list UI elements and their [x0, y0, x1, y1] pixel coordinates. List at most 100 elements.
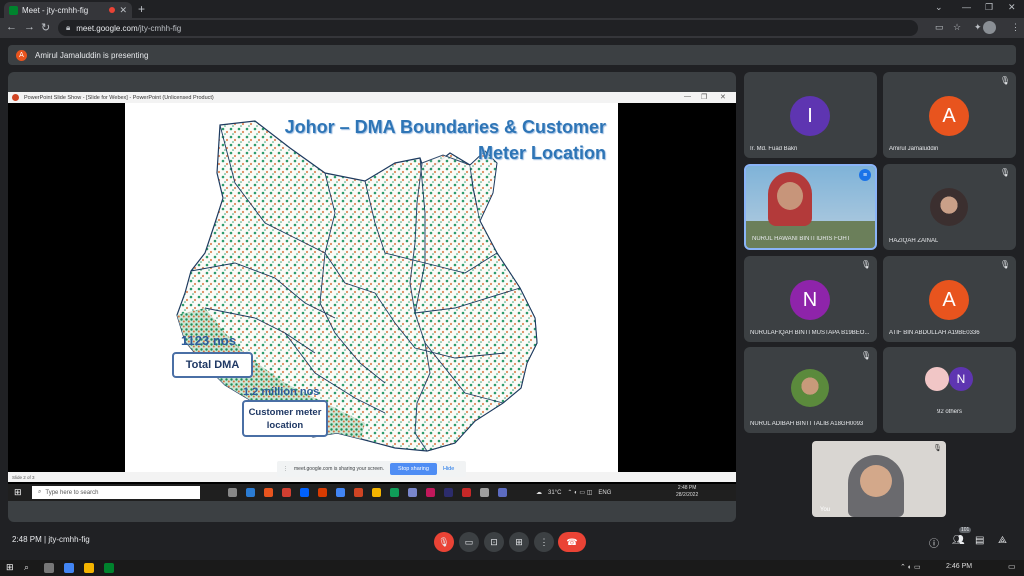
notification-icon[interactable]: ▭ — [1008, 562, 1016, 571]
participant-tile-speaking[interactable]: ≡ NURUL HAWANI BINTI IDRIS FOHT — [744, 164, 877, 250]
mic-off-icon: 🎙︎ — [438, 536, 450, 547]
address-bar[interactable]: 🔒︎ meet.google.com/jty-cmhh-fig — [58, 20, 918, 36]
speaker-face — [777, 182, 803, 210]
activities-icon[interactable]: ⟁ — [998, 535, 1007, 546]
mic-off-icon: 🎙︎ — [999, 260, 1010, 269]
minimize-button[interactable]: — — [962, 2, 971, 12]
participant-count-badge: 101 — [959, 527, 972, 533]
chrome-icon[interactable] — [64, 563, 74, 573]
shared-search-placeholder: Type here to search — [45, 489, 99, 496]
weather-temp: 31°C — [548, 489, 562, 496]
reload-icon[interactable]: ↻ — [41, 21, 50, 34]
self-view-tile[interactable]: 🎙︎ You — [812, 441, 946, 517]
mic-off-icon: 🎙︎ — [860, 260, 871, 269]
participant-tile[interactable]: 🎙︎ A Amirul Jamaluddin — [883, 72, 1016, 158]
participant-name: Ir. Md. Fuad Bakri — [750, 146, 798, 152]
dropbox-app-icon — [300, 488, 309, 497]
shared-taskbar: ⊞ ⌕ Type here to search ☁ 31°C ⌃ ◐ ▭ ◫ E… — [8, 484, 736, 501]
url-path: /jty-cmhh-fig — [137, 23, 182, 33]
participant-name: ATIF BIN ABDULLAH A19BE0336 — [889, 330, 980, 336]
participant-tile[interactable]: I Ir. Md. Fuad Bakri — [744, 72, 877, 158]
participant-name: NURUL ADIBAH BINTI TALIB A18GH0093 — [750, 421, 864, 427]
end-call-button[interactable]: ☎ — [558, 532, 586, 552]
hide-button[interactable]: Hide — [443, 466, 454, 472]
edge-green-app-icon — [390, 488, 399, 497]
camera-toggle-button[interactable]: ▭ — [459, 532, 479, 552]
participant-tile[interactable]: 🎙︎ NURUL ADIBAH BINTI TALIB A18GH0093 — [744, 347, 877, 433]
meter-label-line1: Customer meter — [248, 406, 322, 418]
captions-icon: ⊡ — [490, 536, 498, 547]
share-bar-handle-icon[interactable]: ⋮ — [283, 466, 288, 472]
dma-label: Total DMA — [185, 359, 240, 371]
close-window-button[interactable]: ✕ — [1008, 2, 1016, 13]
premiere-app-icon — [444, 488, 453, 497]
chat-icon[interactable]: ▤ — [975, 535, 984, 546]
slide-title-line1: Johor – DMA Boundaries & Customer — [284, 117, 606, 137]
forward-arrow-icon[interactable]: → — [24, 21, 35, 33]
phone-hangup-icon: ☎ — [566, 536, 578, 547]
pin-app-icon — [426, 488, 435, 497]
shared-time: 2:48 PM — [677, 485, 697, 491]
participant-tile[interactable]: 🎙︎ N NURULAFIQAH BINTI MUSTAPA B19BEO... — [744, 256, 877, 342]
info-icon[interactable]: ⓘ — [929, 535, 939, 550]
others-count: 92 others — [936, 409, 963, 415]
chrome-app-icon — [336, 488, 345, 497]
others-letter-avatar: N — [949, 367, 973, 391]
stop-sharing-button[interactable]: Stop sharing — [390, 463, 437, 475]
profile-avatar[interactable] — [983, 21, 996, 34]
star-icon[interactable]: ☆ — [953, 22, 961, 33]
red-app-icon — [282, 488, 291, 497]
file-explorer-icon[interactable] — [84, 563, 94, 573]
tab-strip: Meet - jty-cmhh-fig ✕ + ⌄ — ❐ ✕ — [0, 0, 1024, 18]
shared-date: 28/2/2022 — [676, 492, 699, 498]
present-icon: ⊞ — [515, 536, 523, 547]
meet-control-bar: 2:48 PM | jty-cmhh-fig 🎙︎ ▭ ⊡ ⊞ ⋮ ☎ ⓘ 10… — [0, 526, 1024, 556]
media-app-icon — [462, 488, 471, 497]
windows-start-icon: ⊞ — [14, 487, 22, 497]
tab-title: Meet - jty-cmhh-fig — [22, 5, 89, 15]
captions-button[interactable]: ⊡ — [484, 532, 504, 552]
camera-permission-icon[interactable]: ▭ — [935, 22, 944, 33]
powerpoint-icon — [12, 94, 19, 101]
search-icon[interactable]: ⌕ — [24, 562, 29, 573]
participant-tile[interactable]: 🎙︎ A ATIF BIN ABDULLAH A19BE0336 — [883, 256, 1016, 342]
presenter-avatar: A — [16, 49, 27, 61]
meeting-time: 2:48 PM — [12, 535, 42, 544]
participant-avatar: A — [929, 280, 969, 320]
others-tile[interactable]: N 92 others — [883, 347, 1016, 433]
tab-search-icon[interactable]: ⌄ — [935, 2, 943, 13]
people-icon[interactable]: 👥︎ — [952, 535, 965, 546]
presenting-text: Amirul Jamaluddin is presenting — [35, 50, 149, 60]
settings-app-icon — [480, 488, 489, 497]
present-button[interactable]: ⊞ — [509, 532, 529, 552]
meet-icon[interactable] — [104, 563, 114, 573]
share-message: meet.google.com is sharing your screen. — [294, 466, 385, 472]
more-options-button[interactable]: ⋮ — [534, 532, 554, 552]
system-tray-icons[interactable]: ⌃ ◐ ▭ — [900, 563, 921, 571]
close-tab-icon[interactable]: ✕ — [119, 5, 127, 16]
start-icon[interactable]: ⊞ — [6, 562, 14, 573]
maximize-button[interactable]: ❐ — [985, 2, 993, 13]
mic-toggle-button[interactable]: 🎙︎ — [434, 532, 454, 552]
shared-search-box: ⌕ Type here to search — [32, 486, 200, 499]
participant-tile[interactable]: 🎙︎ HAZIQAH ZAINAL — [883, 164, 1016, 250]
self-label: You — [820, 507, 831, 513]
mic-off-icon: 🎙︎ — [999, 76, 1010, 85]
office-app-icon — [318, 488, 327, 497]
tab-meet[interactable]: Meet - jty-cmhh-fig ✕ — [4, 2, 132, 18]
speaking-indicator-icon: ≡ — [859, 169, 871, 181]
task-view-icon[interactable] — [44, 563, 54, 573]
ppt-minimize-icon: — — [684, 93, 691, 100]
extensions-icon[interactable]: ✦ — [974, 22, 982, 33]
weather-icon: ☁ — [536, 490, 542, 496]
ppt-close-icon: ✕ — [720, 94, 726, 101]
menu-kebab-icon[interactable]: ⋮ — [1011, 22, 1020, 33]
lock-icon: 🔒︎ — [66, 23, 71, 32]
task-view-icon — [228, 488, 237, 497]
url-host: meet.google.com — [76, 23, 138, 33]
participant-name: NURULAFIQAH BINTI MUSTAPA B19BEO... — [750, 330, 870, 336]
new-tab-button[interactable]: + — [138, 2, 145, 16]
meeting-code: jty-cmhh-fig — [48, 535, 90, 544]
nav-bar: ← → ↻ 🔒︎ meet.google.com/jty-cmhh-fig ▭ … — [0, 18, 1024, 38]
back-arrow-icon[interactable]: ← — [6, 21, 17, 33]
